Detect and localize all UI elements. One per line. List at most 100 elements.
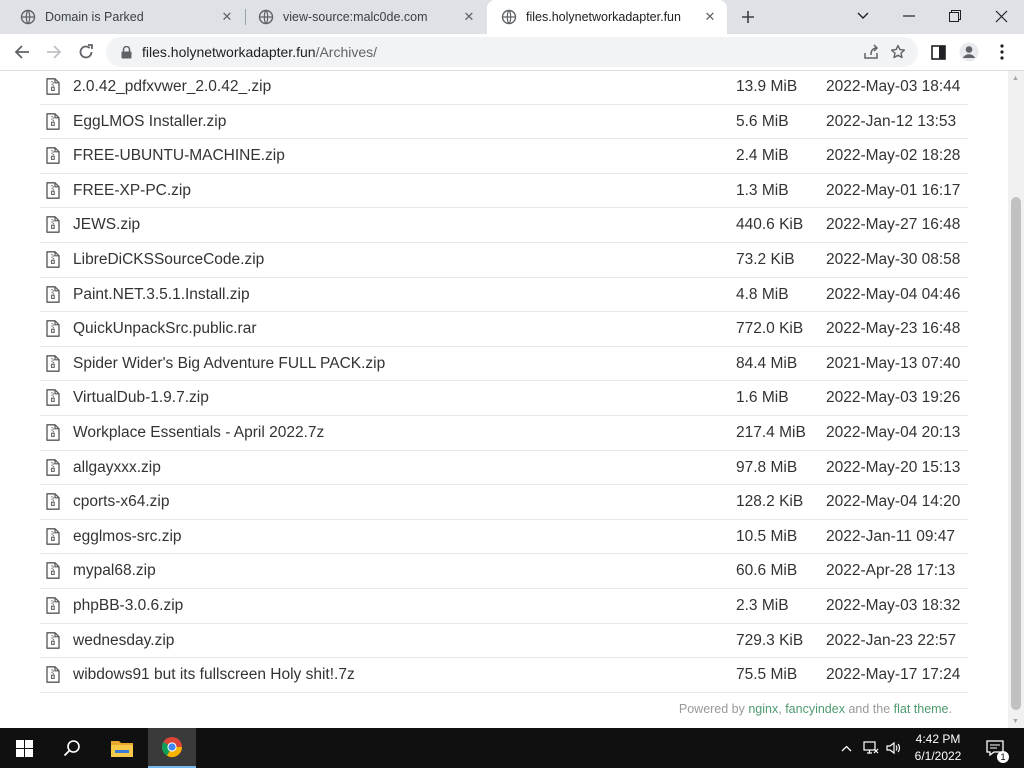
profile-button[interactable] bbox=[955, 38, 983, 66]
new-tab-button[interactable] bbox=[736, 5, 760, 29]
file-explorer-button[interactable] bbox=[98, 728, 146, 768]
menu-button[interactable] bbox=[988, 38, 1016, 66]
chevron-down-icon bbox=[857, 12, 869, 19]
side-panel-icon bbox=[930, 44, 946, 60]
file-name-link[interactable]: FREE-XP-PC.zip bbox=[73, 182, 191, 200]
star-icon[interactable] bbox=[887, 41, 909, 63]
lock-icon[interactable] bbox=[118, 44, 134, 60]
reload-button[interactable] bbox=[72, 38, 100, 66]
file-name-link[interactable]: LibreDiCKSSourceCode.zip bbox=[73, 251, 264, 269]
file-row[interactable]: allgayxxx.zip 97.8 MiB 2022-May-20 15:13 bbox=[40, 451, 968, 486]
file-row[interactable]: phpBB-3.0.6.zip 2.3 MiB 2022-May-03 18:32 bbox=[40, 589, 968, 624]
file-date: 2022-May-17 17:24 bbox=[826, 666, 961, 684]
file-name-link[interactable]: Workplace Essentials - April 2022.7z bbox=[73, 424, 324, 442]
scroll-down-arrow-icon[interactable]: ▼ bbox=[1012, 718, 1019, 725]
tray-chevron-icon[interactable] bbox=[838, 728, 854, 768]
action-center-button[interactable]: 1 bbox=[980, 728, 1010, 768]
file-row[interactable]: VirtualDub-1.9.7.zip 1.6 MiB 2022-May-03 1… bbox=[40, 381, 968, 416]
file-size: 128.2 KiB bbox=[736, 493, 804, 511]
back-button[interactable] bbox=[8, 38, 36, 66]
tab-title: Domain is Parked bbox=[45, 10, 144, 24]
vertical-scrollbar[interactable]: ▲ ▼ bbox=[1008, 71, 1024, 728]
file-row[interactable]: egglmos-src.zip 10.5 MiB 2022-Jan-11 09:47 bbox=[40, 520, 968, 555]
close-icon[interactable]: ✕ bbox=[218, 8, 236, 26]
file-row[interactable]: Workplace Essentials - April 2022.7z 217.… bbox=[40, 416, 968, 451]
tab-view-source[interactable]: view-source:malc0de.com ✕ bbox=[238, 0, 486, 34]
window-close-button[interactable] bbox=[978, 0, 1024, 32]
archive-file-icon bbox=[46, 147, 60, 165]
file-date: 2022-May-01 16:17 bbox=[826, 181, 961, 199]
file-row[interactable]: Paint.NET.3.5.1.Install.zip 4.8 MiB 2022-M… bbox=[40, 278, 968, 313]
file-row[interactable]: QuickUnpackSrc.public.rar 772.0 KiB 2022-M… bbox=[40, 312, 968, 347]
file-row[interactable]: EggLMOS Installer.zip 5.6 MiB 2022-Jan-12 … bbox=[40, 105, 968, 140]
side-panel-button[interactable] bbox=[924, 38, 952, 66]
file-size: 13.9 MiB bbox=[736, 78, 798, 95]
file-name-link[interactable]: wibdows91 but its fullscreen Holy shit!.… bbox=[73, 666, 355, 684]
page-content: 2.0.42_pdfxvwer_2.0.42_.zip 13.9 MiB 2022-… bbox=[0, 71, 1008, 728]
plus-icon bbox=[742, 11, 754, 23]
file-row[interactable]: mypal68.zip 60.6 MiB 2022-Apr-28 17:13 bbox=[40, 554, 968, 589]
file-date: 2022-May-03 18:44 bbox=[826, 78, 961, 95]
file-row[interactable]: Spider Wider's Big Adventure FULL PACK.z… bbox=[40, 347, 968, 382]
file-size: 4.8 MiB bbox=[736, 285, 789, 303]
restore-button[interactable] bbox=[932, 0, 978, 32]
archive-file-icon bbox=[46, 424, 60, 441]
tab-search-button[interactable] bbox=[840, 0, 886, 32]
file-name-link[interactable]: Paint.NET.3.5.1.Install.zip bbox=[73, 286, 250, 304]
archive-file-icon bbox=[46, 354, 60, 372]
archive-file-icon bbox=[46, 527, 60, 545]
file-name-link[interactable]: wednesday.zip bbox=[73, 632, 174, 650]
close-icon[interactable]: ✕ bbox=[701, 8, 719, 26]
chrome-taskbar-button[interactable] bbox=[148, 728, 196, 768]
minimize-button[interactable] bbox=[886, 0, 932, 32]
file-date: 2022-Jan-11 09:47 bbox=[826, 527, 955, 545]
search-button[interactable] bbox=[48, 728, 96, 768]
file-row[interactable]: JEWS.zip 440.6 KiB 2022-May-27 16:48 bbox=[40, 208, 968, 243]
fancyindex-link[interactable]: fancyindex bbox=[785, 702, 845, 716]
file-name-link[interactable]: JEWS.zip bbox=[73, 216, 140, 234]
file-row[interactable]: wednesday.zip 729.3 KiB 2022-Jan-23 22:57 bbox=[40, 624, 968, 659]
file-date: 2022-May-04 04:46 bbox=[826, 285, 961, 303]
tab-domain-parked[interactable]: Domain is Parked ✕ bbox=[0, 0, 244, 34]
file-name-link[interactable]: mypal68.zip bbox=[73, 562, 156, 580]
file-name-link[interactable]: cports-x64.zip bbox=[73, 493, 169, 511]
forward-button[interactable] bbox=[40, 38, 68, 66]
tab-files-holynetworkadapter[interactable]: files.holynetworkadapter.fun ✕ bbox=[487, 0, 727, 34]
folder-icon bbox=[111, 741, 133, 757]
file-date: 2022-May-02 18:28 bbox=[826, 147, 961, 165]
file-row[interactable]: FREE-XP-PC.zip 1.3 MiB 2022-May-01 16:17 bbox=[40, 174, 968, 209]
start-button[interactable] bbox=[0, 728, 48, 768]
scroll-up-arrow-icon[interactable]: ▲ bbox=[1012, 75, 1019, 82]
file-row[interactable]: 2.0.42_pdfxvwer_2.0.42_.zip 13.9 MiB 2022-… bbox=[40, 71, 968, 105]
file-date: 2022-May-23 16:48 bbox=[826, 320, 961, 338]
file-name-link[interactable]: phpBB-3.0.6.zip bbox=[73, 597, 183, 615]
minimize-icon bbox=[903, 15, 915, 17]
file-name-link[interactable]: EggLMOS Installer.zip bbox=[73, 113, 226, 131]
scrollbar-thumb[interactable] bbox=[1011, 197, 1021, 710]
share-icon[interactable] bbox=[860, 41, 882, 63]
file-name-link[interactable]: Spider Wider's Big Adventure FULL PACK.z… bbox=[73, 355, 385, 373]
file-name-link[interactable]: 2.0.42_pdfxvwer_2.0.42_.zip bbox=[73, 78, 271, 96]
file-name-link[interactable]: allgayxxx.zip bbox=[73, 459, 161, 477]
nginx-link[interactable]: nginx bbox=[748, 702, 778, 716]
file-name-link[interactable]: egglmos-src.zip bbox=[73, 528, 182, 546]
file-row[interactable]: FREE-UBUNTU-MACHINE.zip 2.4 MiB 2022-May-0… bbox=[40, 139, 968, 174]
clock-time: 4:42 PM bbox=[915, 732, 961, 746]
system-clock[interactable]: 4:42 PM 6/1/2022 bbox=[900, 731, 976, 765]
file-row[interactable]: wibdows91 but its fullscreen Holy shit!.… bbox=[40, 658, 968, 693]
address-bar[interactable]: files.holynetworkadapter.fun/Archives/ bbox=[106, 37, 918, 67]
file-name-link[interactable]: VirtualDub-1.9.7.zip bbox=[73, 389, 209, 407]
file-row[interactable]: LibreDiCKSSourceCode.zip 73.2 KiB 2022-May… bbox=[40, 243, 968, 278]
flat-theme-link[interactable]: flat theme bbox=[894, 702, 949, 716]
file-row[interactable]: cports-x64.zip 128.2 KiB 2022-May-04 14:20 bbox=[40, 485, 968, 520]
archive-file-icon bbox=[46, 320, 60, 338]
close-icon[interactable]: ✕ bbox=[460, 8, 478, 26]
file-date: 2022-Jan-23 22:57 bbox=[826, 631, 957, 649]
file-name-link[interactable]: FREE-UBUNTU-MACHINE.zip bbox=[73, 147, 285, 165]
file-name-link[interactable]: QuickUnpackSrc.public.rar bbox=[73, 320, 256, 338]
file-size: 1.6 MiB bbox=[736, 389, 789, 407]
file-date: 2022-May-20 15:13 bbox=[826, 458, 961, 476]
arrow-right-icon bbox=[47, 45, 62, 59]
network-icon[interactable] bbox=[861, 728, 881, 768]
archive-file-icon bbox=[46, 251, 60, 268]
